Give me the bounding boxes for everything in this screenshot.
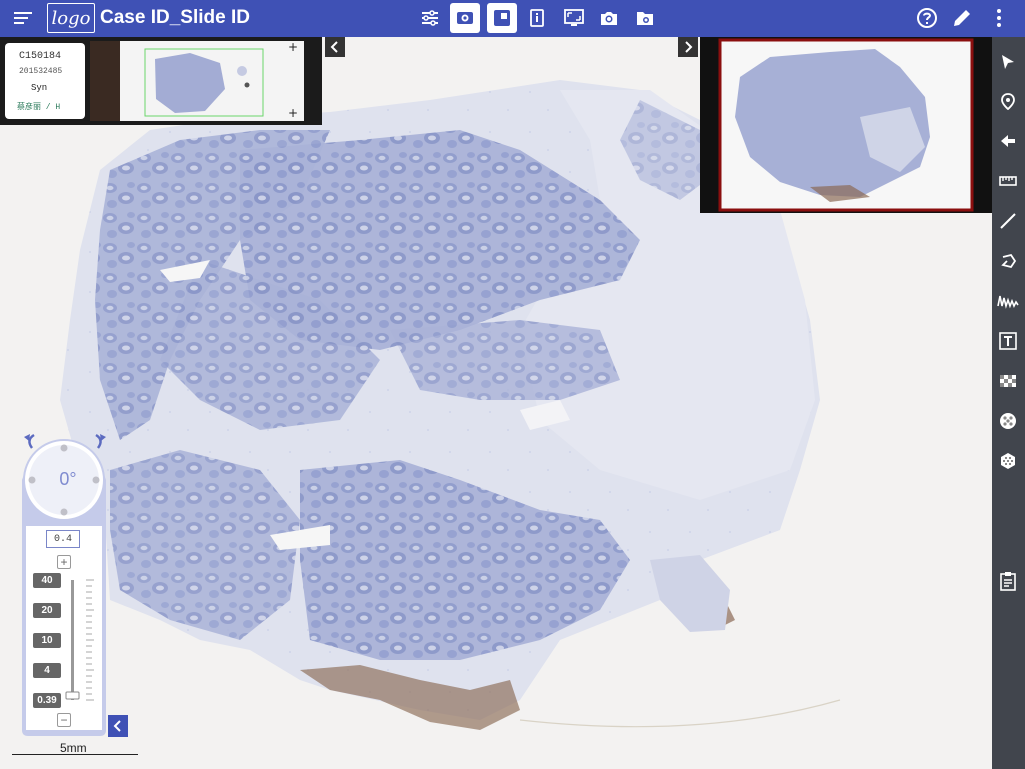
image-tool-button[interactable]: [450, 3, 480, 33]
checker-pattern-icon: [1000, 375, 1016, 387]
zoom-out-button[interactable]: −: [57, 713, 71, 727]
more-vert-icon: [997, 9, 1001, 27]
minimap-image: [718, 38, 974, 212]
hex-pattern-icon: [1001, 453, 1015, 469]
info-slide-icon: [530, 9, 544, 27]
dots-pattern-icon: [1000, 413, 1016, 429]
dots-pattern-tool[interactable]: [996, 409, 1020, 433]
chevron-left-icon: [113, 720, 121, 732]
label-case-id: C150184: [19, 51, 62, 62]
zoom-preset-fit[interactable]: 0.39: [33, 693, 61, 708]
line-tool[interactable]: [996, 209, 1020, 233]
menu-icon[interactable]: [12, 7, 36, 29]
scale-bar: [12, 754, 138, 755]
top-app-bar: logo Case ID_Slide ID: [0, 0, 1025, 37]
annotation-toolbar: [992, 37, 1025, 769]
collapse-label-panel-button[interactable]: [325, 37, 345, 57]
label-stain: Syn: [31, 83, 48, 93]
zoom-preset-10[interactable]: 10: [33, 633, 61, 648]
svg-text:+: +: [288, 106, 298, 120]
page-title: Case ID_Slide ID: [100, 7, 250, 28]
rotation-value: 0°: [59, 469, 77, 489]
overview-window-button[interactable]: [487, 3, 517, 33]
text-tool[interactable]: [996, 329, 1020, 353]
minimap[interactable]: [700, 37, 992, 213]
arrow-left-icon: [1001, 135, 1015, 147]
rotate-handles[interactable]: [20, 432, 110, 452]
checker-pattern-tool[interactable]: [996, 369, 1020, 393]
sliders-icon: [422, 10, 438, 26]
arrow-tool[interactable]: [996, 129, 1020, 153]
more-options-button[interactable]: [986, 5, 1012, 31]
chevron-right-icon: [685, 41, 693, 53]
label-slide-number: 201532485: [19, 67, 63, 76]
zoom-preset-4[interactable]: 4: [33, 663, 61, 678]
freehand-icon: [997, 295, 1019, 309]
monitor-icon: [564, 9, 584, 26]
ruler-tool[interactable]: [996, 169, 1020, 193]
clipboard-icon: [1000, 572, 1016, 591]
slide-info-button[interactable]: [522, 3, 552, 33]
adjust-settings-button[interactable]: [415, 3, 445, 33]
scale-bar-label: 5mm: [60, 741, 87, 755]
slide-image-icon: [457, 12, 473, 24]
zoom-preset-20[interactable]: 20: [33, 603, 61, 618]
hex-pattern-tool[interactable]: [996, 449, 1020, 473]
location-pin-icon: [1001, 93, 1015, 110]
edit-button[interactable]: [949, 5, 975, 31]
app-logo: logo: [47, 3, 95, 33]
collapse-minimap-button[interactable]: [678, 37, 698, 57]
polygon-tool[interactable]: [996, 249, 1020, 273]
zoom-in-button[interactable]: +: [57, 555, 71, 569]
collapse-zoom-panel-button[interactable]: [108, 715, 128, 737]
snapshots-folder-button[interactable]: [630, 3, 660, 33]
overview-window-icon: [494, 10, 510, 26]
ruler-icon: [999, 176, 1017, 186]
slide-overview-image: + +: [90, 40, 304, 121]
camera-button[interactable]: [594, 3, 624, 33]
camera-folder-icon: [637, 12, 653, 25]
help-button[interactable]: [914, 5, 940, 31]
label-hospital: 蔡彦丽 / H: [17, 103, 61, 112]
svg-text:+: +: [288, 40, 298, 54]
pencil-icon: [954, 10, 970, 26]
report-tool[interactable]: [996, 569, 1020, 593]
slide-label-thumbnail[interactable]: C150184 201532485 Syn 蔡彦丽 / H + +: [0, 37, 322, 125]
location-tool[interactable]: [996, 89, 1020, 113]
zoom-preset-40[interactable]: 40: [33, 573, 61, 588]
line-icon: [1000, 213, 1016, 229]
fullscreen-button[interactable]: [559, 3, 589, 33]
freehand-tool[interactable]: [996, 289, 1020, 313]
pointer-tool[interactable]: [996, 50, 1020, 74]
pointer-icon: [1002, 55, 1014, 69]
chevron-left-icon: [330, 41, 338, 53]
zoom-value-input[interactable]: 0.4: [46, 530, 80, 548]
text-box-icon: [999, 332, 1017, 350]
slide-label-card: C150184 201532485 Syn 蔡彦丽 / H: [5, 43, 85, 119]
polygon-icon: [1001, 253, 1017, 269]
camera-icon: [601, 12, 617, 25]
help-icon: [917, 8, 937, 28]
